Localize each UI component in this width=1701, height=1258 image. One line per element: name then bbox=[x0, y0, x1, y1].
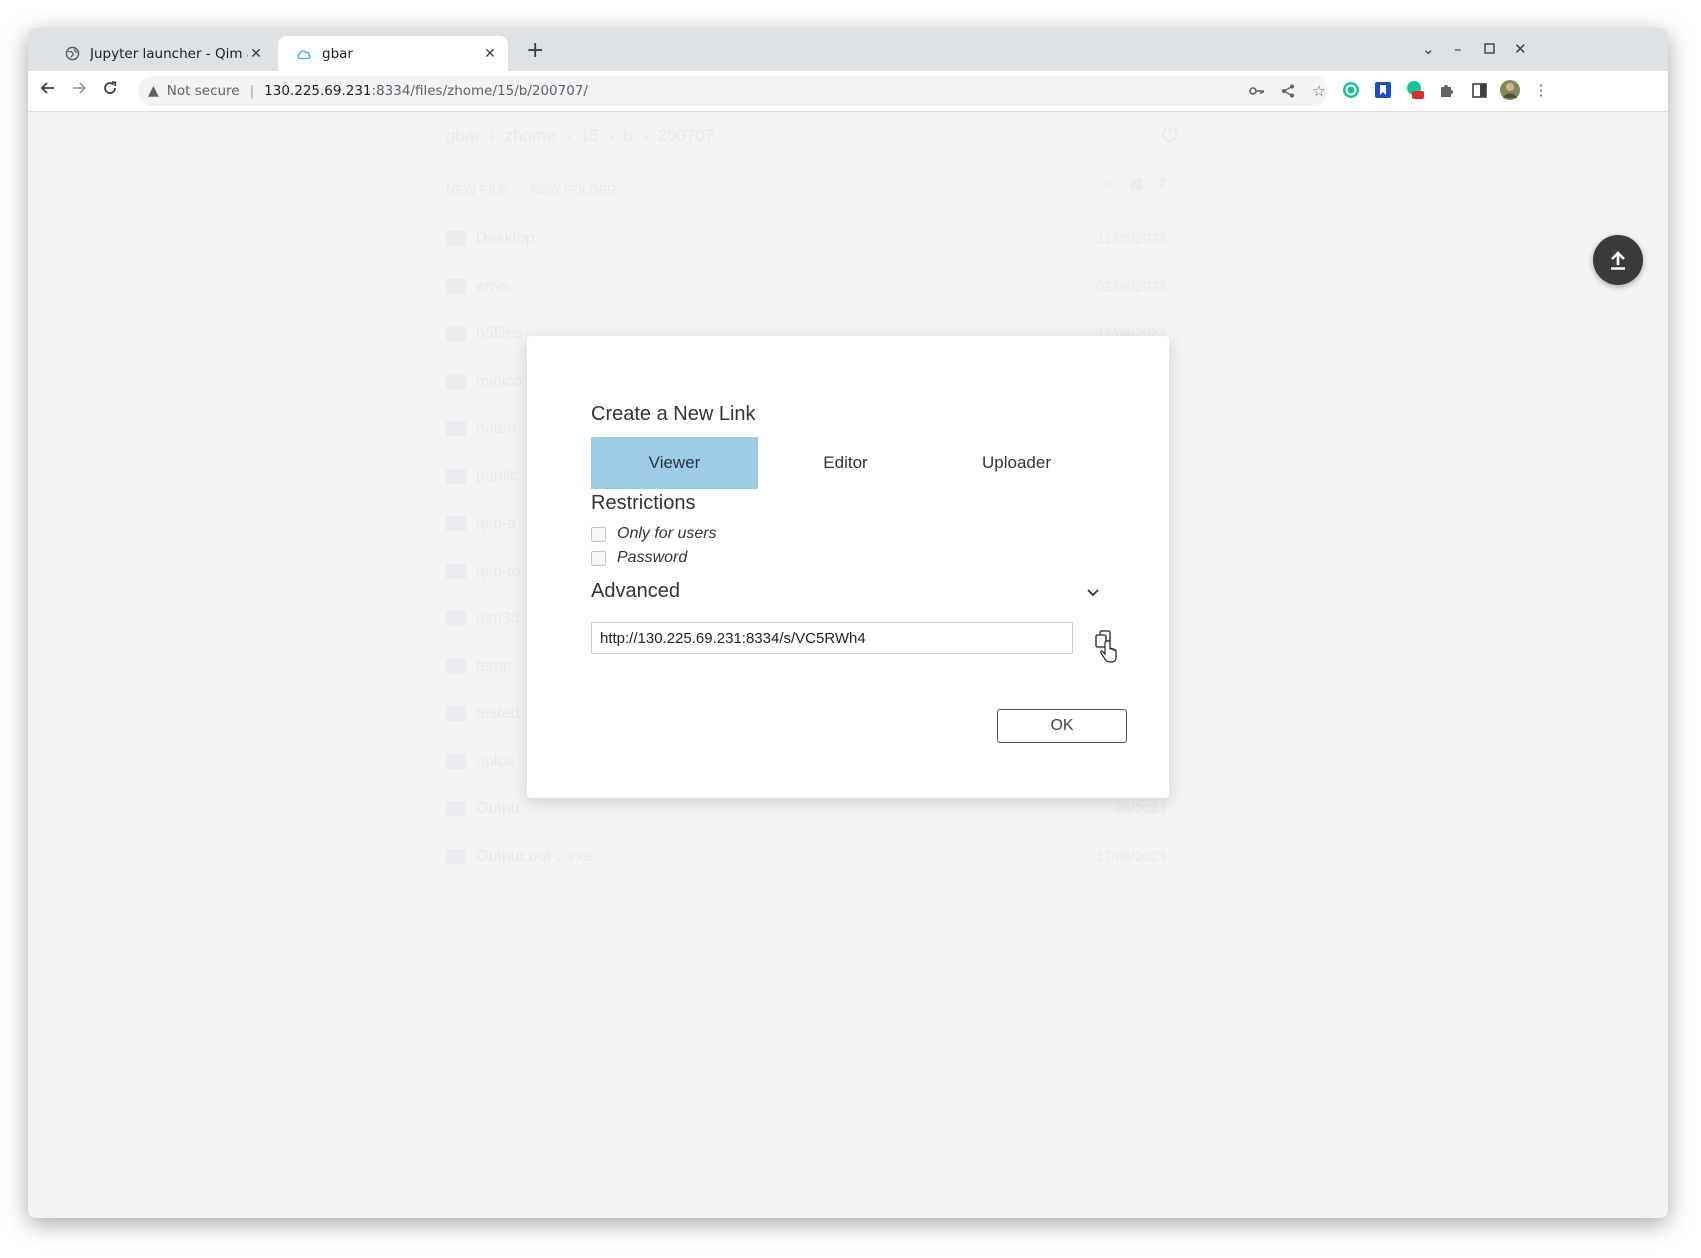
folder-icon bbox=[446, 231, 466, 247]
grammar-extension-icon[interactable] bbox=[1340, 79, 1362, 101]
folder-icon bbox=[446, 706, 466, 722]
password-label: Password bbox=[617, 549, 688, 566]
maximize-icon[interactable] bbox=[1484, 38, 1495, 60]
file-icon bbox=[446, 848, 466, 864]
puzzle-icon[interactable] bbox=[1436, 79, 1458, 101]
tab-title: gbar bbox=[322, 45, 353, 62]
folder-icon bbox=[446, 278, 466, 294]
password-option[interactable]: Password bbox=[591, 549, 687, 567]
dialog-title: Create a New Link bbox=[591, 403, 756, 425]
close-tab-icon[interactable]: ✕ bbox=[482, 46, 498, 62]
power-icon[interactable]: ⏻ bbox=[1162, 124, 1178, 147]
folder-icon bbox=[446, 753, 466, 769]
star-icon[interactable]: ☆ bbox=[1304, 76, 1334, 106]
list-item[interactable]: Outpu 08/2023 bbox=[446, 800, 1166, 822]
list-item[interactable]: Desktop 11/05/2023 bbox=[446, 230, 1166, 252]
tab-viewer[interactable]: Viewer bbox=[591, 437, 758, 489]
folder-icon bbox=[446, 563, 466, 579]
list-item[interactable]: envs 02/08/2023 bbox=[446, 278, 1166, 300]
minimize-icon[interactable]: – bbox=[1454, 38, 1462, 60]
bookmark-extension-icon[interactable] bbox=[1372, 79, 1394, 101]
advanced-heading[interactable]: Advanced bbox=[591, 580, 680, 603]
close-window-icon[interactable]: ✕ bbox=[1514, 38, 1527, 60]
security-label: Not secure bbox=[166, 83, 240, 99]
close-tab-icon[interactable]: ✕ bbox=[248, 46, 264, 62]
tab-uploader[interactable]: Uploader bbox=[933, 437, 1100, 489]
item-name: envs bbox=[476, 277, 510, 295]
item-date: 17/08/2023 bbox=[1095, 847, 1166, 864]
item-name: temp bbox=[476, 657, 512, 675]
folder-icon bbox=[446, 658, 466, 674]
share-link-field[interactable] bbox=[591, 622, 1073, 654]
tab-title: Jupyter launcher - Qim app bbox=[90, 45, 248, 62]
search-icon[interactable]: ⌕ bbox=[1104, 174, 1112, 191]
item-name: uploa bbox=[476, 752, 516, 770]
breadcrumb: gbar › zhome › 15 › b › 200707 bbox=[446, 126, 715, 145]
more-menu-icon[interactable]: ⋮ bbox=[1530, 79, 1552, 101]
key-icon[interactable] bbox=[1242, 76, 1272, 106]
globe-icon bbox=[64, 46, 80, 62]
item-name: minico bbox=[476, 372, 523, 390]
url-path: :8334/files/zhome/15/b/200707/ bbox=[371, 83, 588, 99]
tab-search-icon[interactable]: ⌄ bbox=[1422, 38, 1435, 60]
folder-icon bbox=[446, 326, 466, 342]
item-date: 02/08/2023 bbox=[1095, 277, 1166, 294]
item-name: qim-a bbox=[476, 515, 517, 532]
item-name: qim3d bbox=[476, 610, 520, 627]
item-name: qim-to bbox=[476, 562, 521, 580]
only-for-users-label: Only for users bbox=[617, 525, 717, 542]
item-name: Outpu bbox=[476, 800, 520, 817]
folder-icon bbox=[446, 516, 466, 532]
item-name: h5files bbox=[476, 325, 523, 342]
back-icon[interactable] bbox=[37, 80, 59, 102]
avatar[interactable] bbox=[1499, 79, 1521, 101]
share-icon[interactable] bbox=[1273, 76, 1303, 106]
item-name: noteb bbox=[476, 420, 517, 437]
folder-icon bbox=[446, 801, 466, 817]
browser-toolbar: ▲ Not secure | 130.225.69.231:8334/files… bbox=[28, 71, 1668, 112]
chevron-down-icon[interactable] bbox=[1084, 583, 1102, 601]
tab-jupyter-launcher[interactable]: Jupyter launcher - Qim app ✕ bbox=[46, 36, 274, 71]
item-name: Output.out bbox=[476, 847, 551, 865]
new-folder-button[interactable]: NEW FOLDER bbox=[530, 182, 617, 197]
item-name: public bbox=[476, 467, 518, 485]
folder-icon bbox=[446, 611, 466, 627]
list-item[interactable]: Output.out 2.3 KB 17/08/2023 bbox=[446, 848, 1166, 870]
browser-window: Jupyter launcher - Qim app ✕ gbar ✕ + ⌄ … bbox=[28, 28, 1668, 1218]
sort-icon[interactable]: ⇕ bbox=[1156, 174, 1169, 192]
tab-gbar[interactable]: gbar ✕ bbox=[278, 36, 508, 71]
upload-icon bbox=[1611, 251, 1625, 270]
reload-icon[interactable] bbox=[99, 80, 121, 102]
ok-button[interactable]: OK bbox=[997, 709, 1127, 743]
tab-strip: Jupyter launcher - Qim app ✕ gbar ✕ + ⌄ … bbox=[28, 28, 1668, 71]
item-name: tested bbox=[476, 705, 520, 722]
address-bar[interactable]: ▲ Not secure | 130.225.69.231:8334/files… bbox=[138, 76, 1328, 106]
copy-icon[interactable] bbox=[1094, 626, 1120, 666]
off-extension-icon[interactable] bbox=[1404, 79, 1426, 101]
restrictions-heading: Restrictions bbox=[591, 492, 696, 514]
cloud-icon bbox=[296, 46, 312, 62]
only-for-users-option[interactable]: Only for users bbox=[591, 525, 717, 543]
upload-button[interactable] bbox=[1593, 235, 1643, 285]
grid-view-icon[interactable]: ▦ bbox=[1130, 174, 1144, 192]
folder-icon bbox=[446, 421, 466, 437]
folder-icon bbox=[446, 373, 466, 389]
item-size: 2.3 KB bbox=[556, 849, 593, 864]
side-panel-icon[interactable] bbox=[1468, 79, 1490, 101]
item-date: 08/2023 bbox=[1115, 800, 1166, 816]
new-file-button[interactable]: NEW FILE bbox=[446, 182, 507, 197]
item-name: Desktop bbox=[476, 230, 535, 247]
forward-icon[interactable] bbox=[68, 80, 90, 102]
only-for-users-checkbox[interactable] bbox=[591, 526, 606, 542]
tab-editor[interactable]: Editor bbox=[762, 437, 929, 489]
new-tab-button[interactable]: + bbox=[526, 40, 544, 62]
link-type-tabs: Viewer Editor Uploader bbox=[591, 437, 1111, 489]
url-host: 130.225.69.231 bbox=[264, 83, 372, 99]
password-checkbox[interactable] bbox=[591, 550, 606, 566]
create-link-dialog: Create a New Link Viewer Editor Uploader… bbox=[527, 336, 1169, 798]
warning-icon: ▲ bbox=[148, 83, 159, 99]
folder-icon bbox=[446, 468, 466, 484]
item-date: 11/05/2023 bbox=[1096, 230, 1166, 246]
